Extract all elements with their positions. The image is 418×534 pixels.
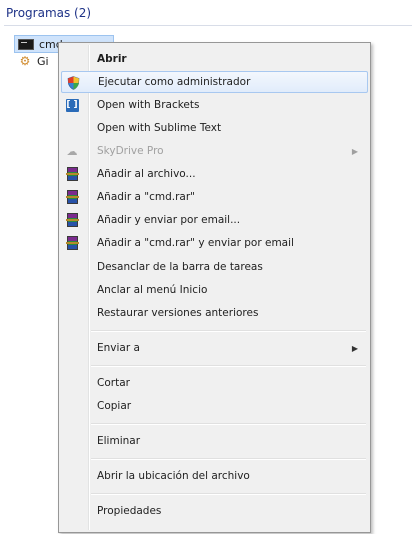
menu-item-run-as-admin[interactable]: Ejecutar como administrador	[61, 71, 368, 93]
menu-item-label: Desanclar de la barra de tareas	[97, 261, 263, 273]
winrar-icon	[64, 166, 80, 182]
menu-item-open-with-sublime[interactable]: Open with Sublime Text	[61, 117, 368, 139]
menu-item-delete[interactable]: Eliminar	[61, 430, 368, 452]
menu-item-label: Eliminar	[97, 435, 141, 447]
menu-item-label: Cortar	[97, 377, 130, 389]
menu-item-properties[interactable]: Propiedades	[61, 500, 368, 522]
winrar-icon	[64, 235, 80, 251]
menu-item-label: Abrir	[97, 53, 127, 65]
menu-item-cut[interactable]: Cortar	[61, 372, 368, 394]
menu-item-label: Ejecutar como administrador	[98, 76, 251, 88]
menu-item-copy[interactable]: Copiar	[61, 395, 368, 417]
menu-item-label: Añadir al archivo...	[97, 168, 196, 180]
menu-separator	[91, 423, 366, 425]
menu-item-label: Open with Sublime Text	[97, 122, 222, 134]
menu-item-open-with-brackets[interactable]: [ ] Open with Brackets	[61, 94, 368, 116]
menu-item-add-and-email[interactable]: Añadir y enviar por email...	[61, 209, 368, 231]
menu-separator	[91, 330, 366, 332]
menu-item-label: Añadir a "cmd.rar"	[97, 191, 196, 203]
menu-item-label: Propiedades	[97, 505, 162, 517]
menu-item-add-cmd-rar-and-email[interactable]: Añadir a "cmd.rar" y enviar por email	[61, 232, 368, 254]
submenu-arrow-icon: ▶	[351, 146, 358, 156]
result-label: Gi	[37, 54, 49, 68]
menu-item-label: Anclar al menú Inicio	[97, 284, 208, 296]
menu-item-label: SkyDrive Pro	[97, 145, 164, 157]
menu-item-abrir[interactable]: Abrir	[61, 48, 368, 70]
menu-item-add-to-archive[interactable]: Añadir al archivo...	[61, 163, 368, 185]
skydrive-icon: ☁	[66, 144, 78, 158]
menu-separator	[91, 365, 366, 367]
section-header: Programas (2)	[6, 6, 92, 20]
winrar-icon	[64, 189, 80, 205]
menu-item-label: Open with Brackets	[97, 99, 200, 111]
result-item-2[interactable]: ⚙ Gi	[14, 52, 49, 70]
cmd-icon	[18, 38, 34, 50]
shield-icon	[65, 75, 81, 91]
menu-item-open-file-location[interactable]: Abrir la ubicación del archivo	[61, 465, 368, 487]
menu-item-label: Restaurar versiones anteriores	[97, 307, 259, 319]
menu-separator	[91, 458, 366, 460]
menu-item-label: Añadir y enviar por email...	[97, 214, 241, 226]
menu-item-restore-versions[interactable]: Restaurar versiones anteriores	[61, 302, 368, 324]
section-divider	[4, 25, 412, 26]
menu-item-skydrive-pro[interactable]: ☁ SkyDrive Pro ▶	[61, 140, 368, 162]
menu-item-label: Añadir a "cmd.rar" y enviar por email	[97, 237, 294, 249]
menu-item-label: Abrir la ubicación del archivo	[97, 470, 250, 482]
menu-separator	[91, 493, 366, 495]
menu-item-label: Copiar	[97, 400, 132, 412]
brackets-icon: [ ]	[65, 98, 79, 112]
context-menu: Abrir Ejecutar como administrador [ ] Op…	[58, 42, 371, 533]
winrar-icon	[64, 212, 80, 228]
menu-item-send-to[interactable]: Enviar a ▶	[61, 337, 368, 359]
menu-item-label: Enviar a	[97, 342, 140, 354]
menu-item-pin-start[interactable]: Anclar al menú Inicio	[61, 279, 368, 301]
menu-item-unpin-taskbar[interactable]: Desanclar de la barra de tareas	[61, 256, 368, 278]
gear-icon: ⚙	[19, 54, 31, 68]
menu-item-add-to-cmd-rar[interactable]: Añadir a "cmd.rar"	[61, 186, 368, 208]
submenu-arrow-icon: ▶	[351, 343, 358, 353]
